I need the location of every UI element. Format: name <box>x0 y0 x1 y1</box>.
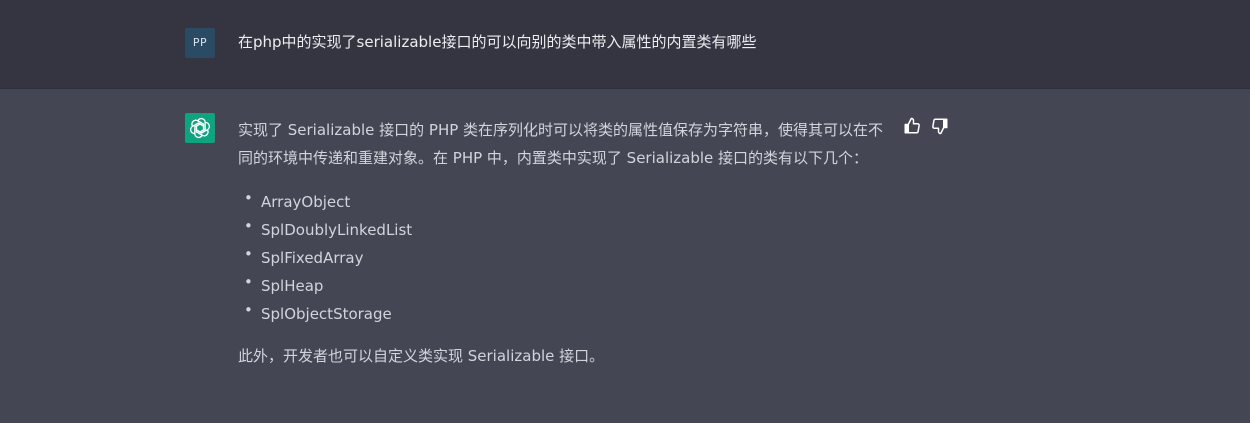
assistant-avatar <box>185 113 215 143</box>
answer-intro: 实现了 Serializable 接口的 PHP 类在序列化时可以将类的属性值保… <box>238 121 884 167</box>
list-item: • ArrayObject <box>238 188 898 216</box>
user-avatar: PP <box>185 28 215 58</box>
openai-logo-icon <box>189 117 211 139</box>
bullet: • <box>244 189 253 207</box>
bullet: • <box>244 301 253 319</box>
assistant-answer: 实现了 Serializable 接口的 PHP 类在序列化时可以将类的属性值保… <box>238 116 898 370</box>
list-item: • SplObjectStorage <box>238 300 898 328</box>
list-item-text: SplObjectStorage <box>261 305 392 323</box>
list-item: • SplDoublyLinkedList <box>238 216 898 244</box>
class-list: • ArrayObject • SplDoublyLinkedList • SplFi… <box>238 188 898 328</box>
thumbs-up-button[interactable] <box>903 117 921 135</box>
bullet: • <box>244 245 253 263</box>
list-item-text: ArrayObject <box>261 193 351 211</box>
bullet: • <box>244 273 253 291</box>
bullet: • <box>244 217 253 235</box>
thumbs-up-icon <box>904 117 920 134</box>
answer-conclusion: 此外，开发者也可以自定义类实现 Serializable 接口。 <box>238 347 605 365</box>
thumbs-down-button[interactable] <box>931 117 949 135</box>
list-item: • SplHeap <box>238 272 898 300</box>
list-item-text: SplHeap <box>261 277 324 295</box>
user-message-text: 在php中的实现了serializable接口的可以向别的类中带入属性的内置类有… <box>238 33 757 51</box>
thumbs-down-icon <box>932 118 948 135</box>
list-item: • SplFixedArray <box>238 244 898 272</box>
list-item-text: SplDoublyLinkedList <box>261 221 413 239</box>
assistant-message-row: 实现了 Serializable 接口的 PHP 类在序列化时可以将类的属性值保… <box>0 89 1250 423</box>
user-message-row: PP 在php中的实现了serializable接口的可以向别的类中带入属性的内… <box>0 0 1250 89</box>
list-item-text: SplFixedArray <box>261 249 364 267</box>
